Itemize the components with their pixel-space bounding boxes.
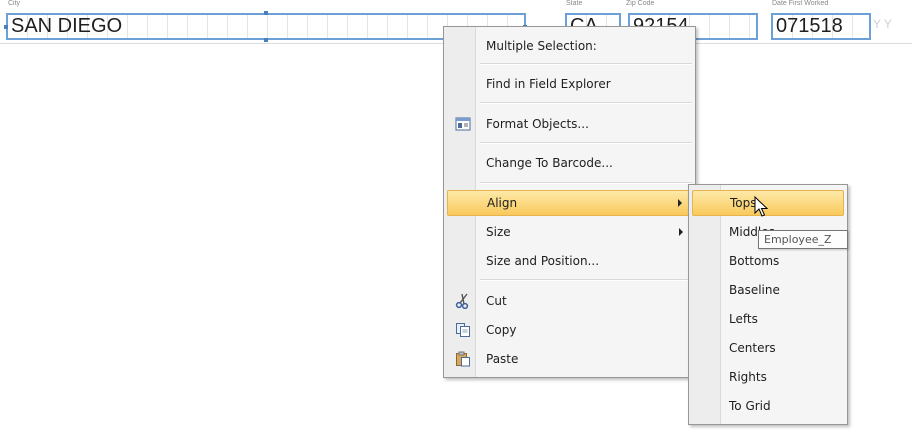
submenu-arrow-icon xyxy=(679,228,683,236)
submenu-arrow-icon xyxy=(678,199,682,207)
resize-handle-left[interactable] xyxy=(4,25,8,29)
context-menu: Multiple Selection: Find in Field Explor… xyxy=(443,26,696,378)
menu-separator xyxy=(480,279,692,281)
menu-item-label: Align xyxy=(487,196,518,210)
menu-item-label: Format Objects... xyxy=(486,117,589,131)
copy-icon xyxy=(456,323,470,337)
scissors-icon xyxy=(455,293,469,309)
menu-item-label: Change To Barcode... xyxy=(486,156,613,170)
state-field-label: State xyxy=(566,0,583,7)
submenu-item-baseline[interactable]: Baseline xyxy=(692,277,844,303)
menu-item-label: Cut xyxy=(486,294,507,308)
submenu-item-to-grid[interactable]: To Grid xyxy=(692,393,844,419)
menu-item-label: Paste xyxy=(486,352,519,366)
paste-icon xyxy=(456,351,470,367)
city-field-value: SAN DIEGO xyxy=(11,15,123,37)
menu-item-align[interactable]: Align xyxy=(447,190,692,216)
menu-separator xyxy=(480,102,692,104)
zip-field-label: Zip Code xyxy=(626,0,655,7)
date-field[interactable]: 071518 xyxy=(771,13,871,40)
menu-item-size[interactable]: Size xyxy=(447,219,692,245)
menu-item-label: Bottoms xyxy=(729,254,780,268)
menu-item-label: Size xyxy=(486,225,511,239)
format-objects-icon xyxy=(455,117,471,131)
align-submenu: Tops Middles Bottoms Baseline Lefts Cent… xyxy=(688,184,848,425)
menu-item-label: Lefts xyxy=(729,312,758,326)
menu-item-label: Copy xyxy=(486,323,517,337)
menu-item-label: Rights xyxy=(729,370,767,384)
menu-item-cut[interactable]: Cut xyxy=(447,288,692,314)
submenu-item-rights[interactable]: Rights xyxy=(692,364,844,390)
date-field-value: 071518 xyxy=(776,15,843,37)
date-field-label: Date First Worked xyxy=(772,0,829,7)
menu-item-label: Tops xyxy=(730,196,757,210)
mouse-pointer-icon xyxy=(754,196,769,217)
menu-item-multiple-selection: Multiple Selection: xyxy=(447,33,692,59)
menu-item-find-in-field-explorer[interactable]: Find in Field Explorer xyxy=(447,71,692,97)
submenu-item-centers[interactable]: Centers xyxy=(692,335,844,361)
menu-item-copy[interactable]: Copy xyxy=(447,317,692,343)
menu-separator xyxy=(480,63,692,65)
menu-item-label: Centers xyxy=(729,341,776,355)
background-field-text: Y Y xyxy=(873,17,892,31)
menu-item-size-and-position[interactable]: Size and Position... xyxy=(447,248,692,274)
menu-item-label: To Grid xyxy=(729,399,771,413)
menu-item-paste[interactable]: Paste xyxy=(447,346,692,372)
menu-item-label: Find in Field Explorer xyxy=(486,77,611,91)
field-name-tooltip: Employee_Z xyxy=(758,230,848,249)
submenu-item-lefts[interactable]: Lefts xyxy=(692,306,844,332)
menu-item-label: Multiple Selection: xyxy=(486,39,597,53)
menu-separator xyxy=(480,182,692,184)
menu-item-change-to-barcode[interactable]: Change To Barcode... xyxy=(447,150,692,176)
city-field-label: City xyxy=(8,0,21,7)
menu-item-label: Size and Position... xyxy=(486,254,600,268)
menu-item-label: Baseline xyxy=(729,283,780,297)
menu-item-format-objects[interactable]: Format Objects... xyxy=(447,111,692,137)
resize-handle-top[interactable] xyxy=(264,11,268,15)
menu-separator xyxy=(480,142,692,144)
submenu-item-bottoms[interactable]: Bottoms xyxy=(692,248,844,274)
resize-handle-bottom[interactable] xyxy=(264,38,268,42)
